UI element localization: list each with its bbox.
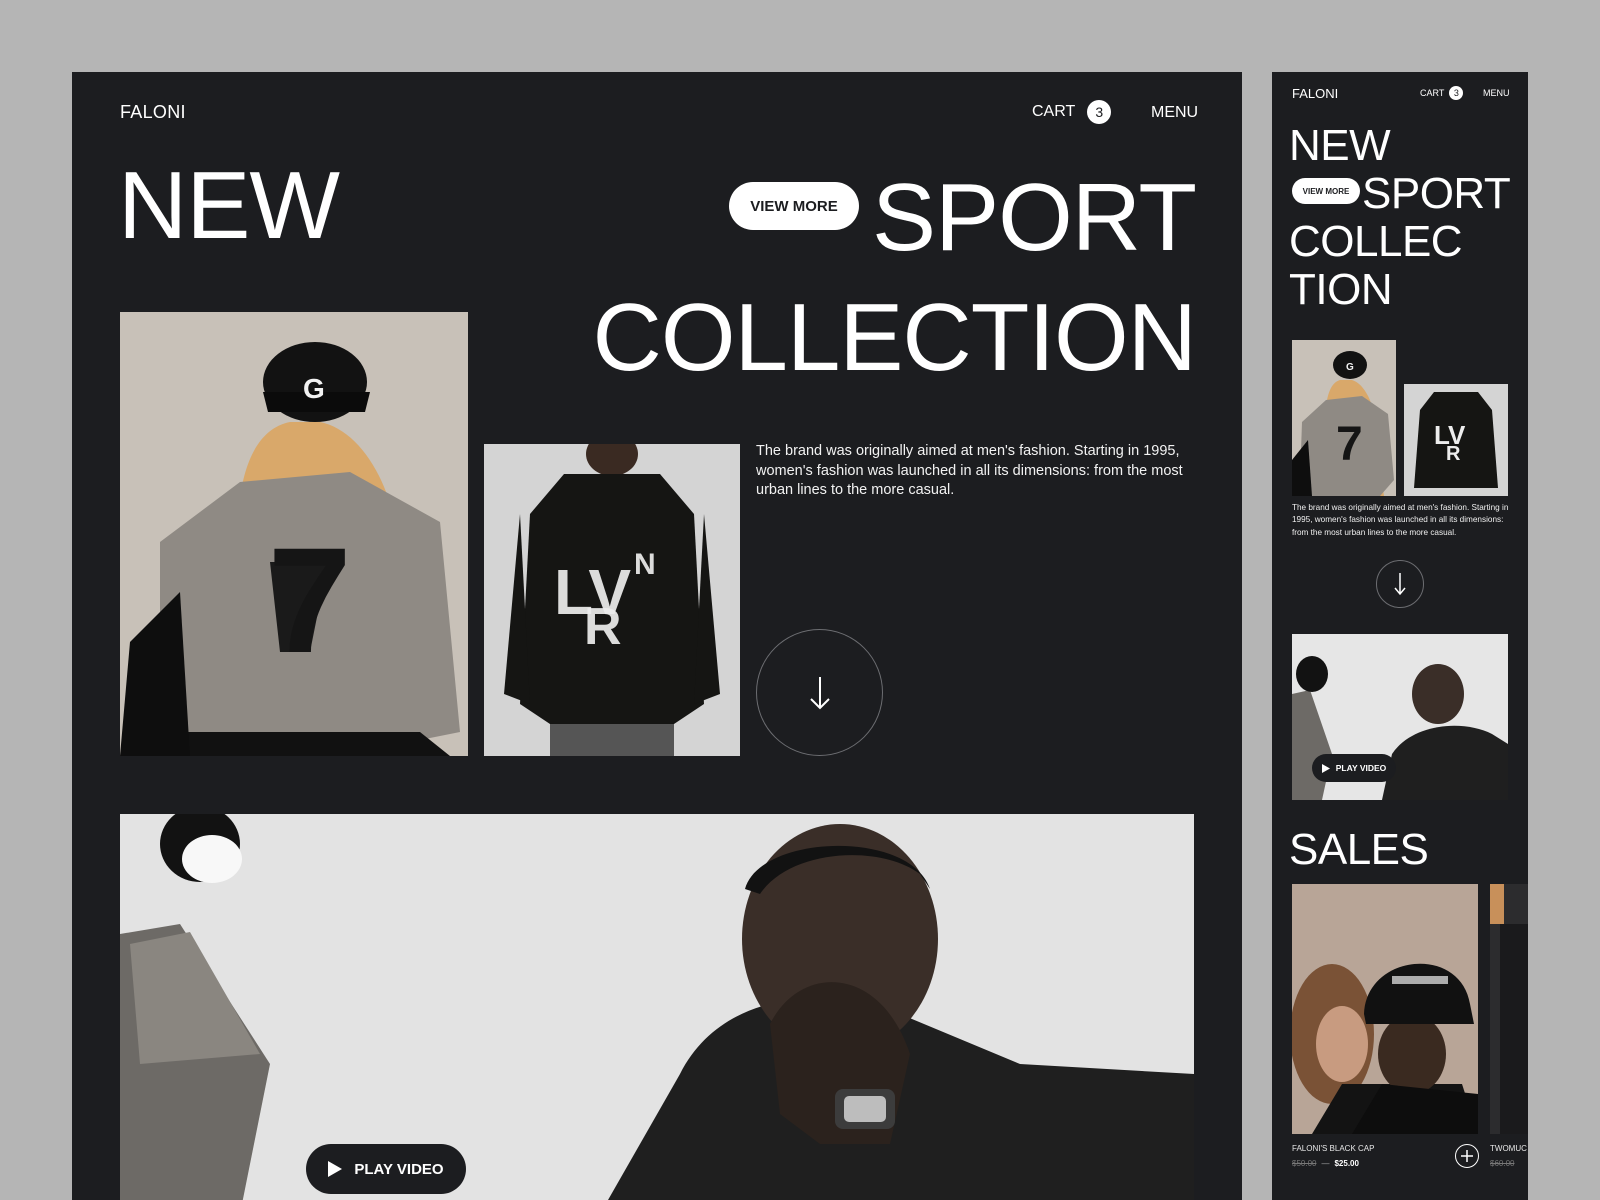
mobile-jersey-photo: 7 G bbox=[1292, 340, 1396, 496]
view-more-button[interactable]: VIEW MORE bbox=[729, 182, 859, 230]
play-video-label: PLAY VIDEO bbox=[354, 1160, 444, 1178]
mobile-cart-count-badge: 3 bbox=[1449, 86, 1464, 100]
sale-price: $25.00 bbox=[1334, 1159, 1359, 1168]
mobile-play-video-button[interactable]: PLAY VIDEO bbox=[1312, 754, 1396, 782]
hero-title-new: NEW bbox=[118, 152, 340, 259]
svg-text:N: N bbox=[634, 548, 656, 581]
brand-description: The brand was originally aimed at men's … bbox=[756, 443, 1183, 499]
play-icon bbox=[328, 1161, 343, 1177]
svg-text:G: G bbox=[303, 373, 325, 404]
mobile-title-sport: SPORT bbox=[1362, 169, 1511, 218]
mobile-play-video-label: PLAY VIDEO bbox=[1335, 763, 1387, 773]
svg-text:R: R bbox=[1446, 443, 1461, 465]
mobile-scroll-down-button[interactable] bbox=[1376, 560, 1424, 608]
mobile-sweater-photo: LV R bbox=[1404, 384, 1508, 496]
play-video-button[interactable]: PLAY VIDEO bbox=[306, 1144, 466, 1194]
arrow-down-icon bbox=[809, 676, 830, 709]
price-separator: — bbox=[1321, 1159, 1330, 1168]
hero-title-sport: SPORT bbox=[872, 164, 1197, 271]
brand-logo[interactable]: FALONI bbox=[120, 102, 186, 123]
sweater-photo: LV R N bbox=[484, 444, 740, 756]
svg-text:R: R bbox=[584, 598, 622, 656]
desktop-frame: FALONI CART 3 MENU NEW VIEW MORE SPORT C… bbox=[72, 72, 1242, 1200]
mobile-frame: FALONI CART 3 MENU NEW VIEW MORE SPORT C… bbox=[1272, 72, 1528, 1200]
hero-title-collection: COLLECTION bbox=[592, 284, 1197, 391]
cart-count-badge: 3 bbox=[1087, 100, 1112, 124]
add-to-cart-button[interactable] bbox=[1455, 1144, 1479, 1168]
mobile-menu-button[interactable]: MENU bbox=[1483, 88, 1510, 98]
arrow-down-icon bbox=[1394, 573, 1406, 596]
svg-text:7: 7 bbox=[1336, 418, 1363, 471]
product-image-second[interactable] bbox=[1490, 884, 1528, 1134]
cart-link[interactable]: CART 3 bbox=[1032, 100, 1112, 124]
mobile-brand-logo[interactable]: FALONI bbox=[1292, 86, 1338, 101]
product-name-1[interactable]: FALONI'S BLACK CAP bbox=[1292, 1144, 1374, 1153]
mobile-video-banner[interactable]: PLAY VIDEO bbox=[1292, 634, 1508, 800]
product-image-black-cap[interactable] bbox=[1292, 884, 1478, 1134]
mobile-title-new: NEW bbox=[1289, 121, 1391, 170]
plus-icon bbox=[1461, 1150, 1473, 1162]
mobile-title-collec: COLLEC bbox=[1289, 217, 1463, 266]
mobile-title-tion: TION bbox=[1289, 265, 1393, 314]
menu-button[interactable]: MENU bbox=[1151, 104, 1198, 122]
jersey-photo: 7 G bbox=[120, 312, 468, 756]
sales-section-title: SALES bbox=[1289, 825, 1429, 874]
mobile-view-more-button[interactable]: VIEW MORE bbox=[1292, 178, 1360, 204]
svg-text:7: 7 bbox=[268, 516, 351, 684]
video-banner[interactable]: PLAY VIDEO bbox=[120, 814, 1194, 1200]
svg-text:G: G bbox=[1346, 362, 1354, 373]
product-price-2: $60.00 bbox=[1490, 1159, 1515, 1168]
mobile-cart-label: CART bbox=[1420, 88, 1445, 98]
play-icon bbox=[1321, 763, 1330, 773]
product-price-1: $50.00 — $25.00 bbox=[1292, 1159, 1359, 1168]
mobile-brand-description: The brand was originally aimed at men's … bbox=[1292, 503, 1509, 537]
product-name-2[interactable]: TWOMUC bbox=[1490, 1144, 1527, 1153]
cart-label: CART bbox=[1032, 103, 1076, 120]
old-price: $50.00 bbox=[1292, 1159, 1317, 1168]
mobile-cart-link[interactable]: CART 3 bbox=[1420, 86, 1464, 100]
scroll-down-button[interactable] bbox=[756, 629, 883, 756]
